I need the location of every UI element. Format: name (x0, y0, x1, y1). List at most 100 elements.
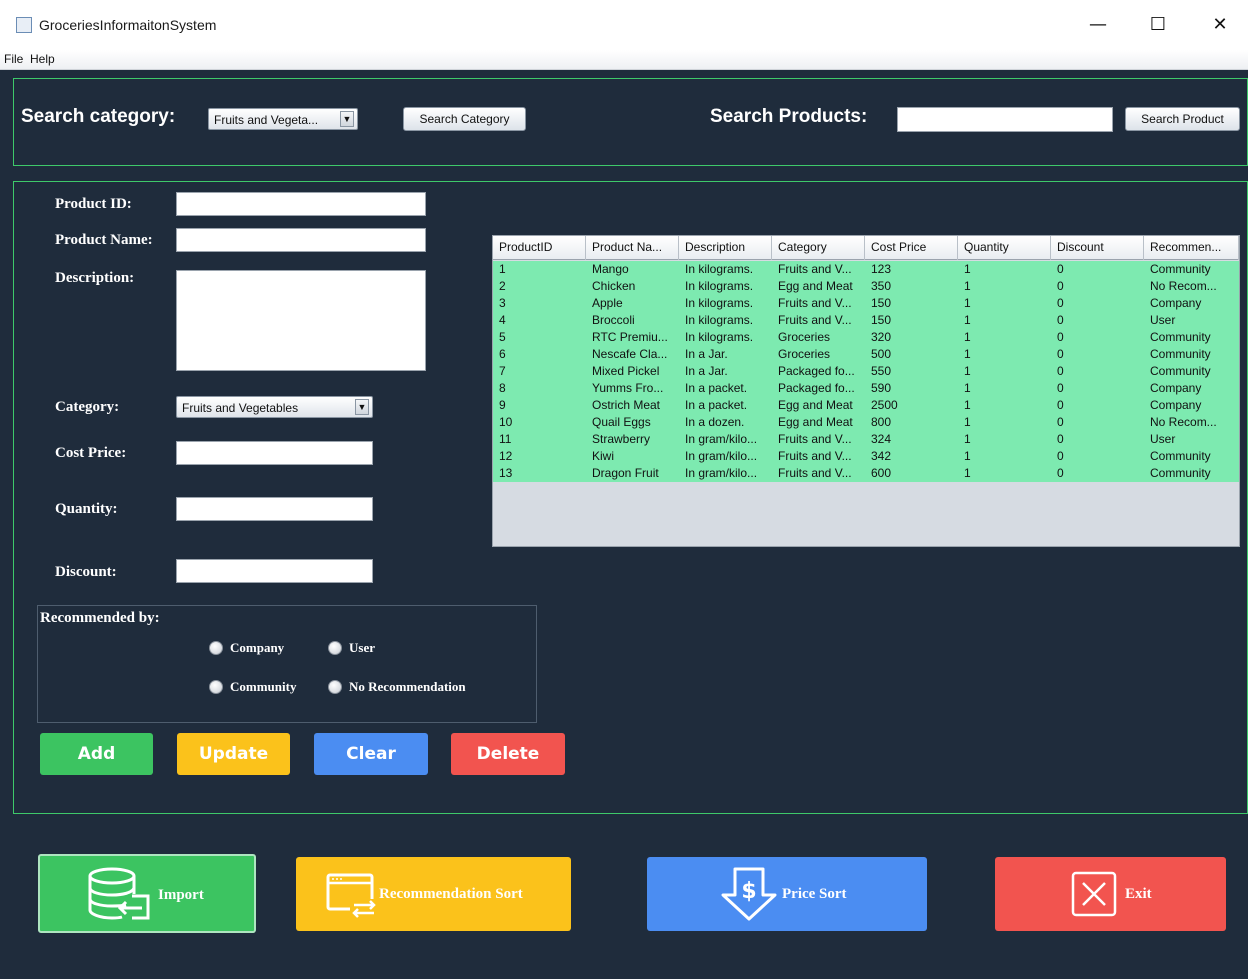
search-category-label: Search category: (21, 106, 176, 127)
delete-button[interactable]: Delete (451, 733, 565, 775)
svg-text:$: $ (741, 879, 756, 904)
table-cell: 13 (499, 466, 513, 480)
add-button[interactable]: Add (40, 733, 153, 775)
table-row[interactable]: 13 Dragon Fruit In gram/kilo... Fruits and … (493, 465, 1239, 482)
table-cell: 7 (499, 364, 506, 378)
table-cell: 1 (964, 313, 971, 327)
table-row[interactable]: 9 Ostrich Meat In a packet. Egg and Meat 250… (493, 397, 1239, 414)
column-header[interactable]: Cost Price (865, 236, 958, 260)
table-row[interactable]: 12 Kiwi In gram/kilo... Fruits and V... 342 1… (493, 448, 1239, 465)
table-row[interactable]: 1 Mango In kilograms. Fruits and V... 123 1 0 C… (493, 261, 1239, 278)
menu-help[interactable]: Help (30, 52, 55, 66)
table-cell: In kilograms. (685, 330, 754, 344)
table-cell: 500 (871, 347, 892, 361)
table-cell: Fruits and V... (778, 296, 852, 310)
close-button[interactable]: ✕ (1200, 10, 1240, 40)
product-id-input[interactable] (176, 192, 426, 216)
table-cell: 0 (1057, 398, 1064, 412)
table-cell: Community (1150, 364, 1211, 378)
radio-company-label: Company (230, 640, 285, 655)
clear-button[interactable]: Clear (314, 733, 428, 775)
table-cell: 1 (499, 262, 506, 276)
column-header[interactable]: Quantity (958, 236, 1051, 260)
search-category-select[interactable]: Fruits and Vegeta... ▼ (208, 108, 358, 130)
table-cell: In gram/kilo... (685, 432, 758, 446)
column-header[interactable]: Description (679, 236, 772, 260)
table-cell: Community (1150, 330, 1211, 344)
table-row[interactable]: 11 Strawberry In gram/kilo... Fruits and V.… (493, 431, 1239, 448)
table-cell: Packaged fo... (778, 364, 855, 378)
radio-no-recommendation[interactable] (328, 680, 342, 694)
table-cell: 1 (964, 432, 971, 446)
table-cell: 6 (499, 347, 506, 361)
category-select[interactable]: Fruits and Vegetables ▼ (176, 396, 373, 418)
radio-user-label: User (349, 640, 375, 655)
import-button[interactable]: Import (38, 854, 256, 933)
product-id-label: Product ID: (55, 196, 132, 212)
products-table[interactable]: ProductID Product Na... Description Categor… (492, 235, 1240, 547)
table-cell: Egg and Meat (778, 279, 853, 293)
table-cell: 0 (1057, 296, 1064, 310)
recommended-by-label: Recommended by: (40, 610, 160, 626)
table-cell: In kilograms. (685, 296, 754, 310)
menu-file[interactable]: File (4, 52, 23, 66)
column-header[interactable]: Category (772, 236, 865, 260)
table-cell: Broccoli (592, 313, 635, 327)
table-row[interactable]: 7 Mixed Pickel In a Jar. Packaged fo... 550 1… (493, 363, 1239, 380)
maximize-button[interactable]: ☐ (1138, 10, 1178, 40)
table-cell: 1 (964, 398, 971, 412)
column-header[interactable]: ProductID (493, 236, 586, 260)
table-row[interactable]: 4 Broccoli In kilograms. Fruits and V... 150… (493, 312, 1239, 329)
table-cell: Community (1150, 262, 1211, 276)
table-cell: 1 (964, 347, 971, 361)
price-sort-label: Price Sort (782, 886, 847, 902)
table-row[interactable]: 2 Chicken In kilograms. Egg and Meat 350 1 0 No… (493, 278, 1239, 295)
quantity-input[interactable] (176, 497, 373, 521)
category-value: Fruits and Vegetables (182, 401, 299, 415)
table-cell: 0 (1057, 381, 1064, 395)
column-header[interactable]: Product Na... (586, 236, 679, 260)
exit-button[interactable]: Exit (995, 857, 1226, 931)
cost-price-input[interactable] (176, 441, 373, 465)
table-cell: Kiwi (592, 449, 615, 463)
table-cell: Dragon Fruit (592, 466, 659, 480)
table-cell: 1 (964, 262, 971, 276)
recommendation-sort-button[interactable]: Recommendation Sort (296, 857, 571, 931)
radio-community[interactable] (209, 680, 223, 694)
radio-user[interactable] (328, 641, 342, 655)
search-products-input[interactable] (897, 107, 1113, 132)
table-cell: 0 (1057, 279, 1064, 293)
radio-company[interactable] (209, 641, 223, 655)
table-row[interactable]: 5 RTC Premiu... In kilograms. Groceries 320 1… (493, 329, 1239, 346)
table-row[interactable]: 6 Nescafe Cla... In a Jar. Groceries 500 1 0 Co… (493, 346, 1239, 363)
import-label: Import (158, 887, 204, 903)
column-header[interactable]: Recommen... (1144, 236, 1239, 260)
table-cell: Community (1150, 466, 1211, 480)
table-cell: Groceries (778, 330, 831, 344)
search-product-button[interactable]: Search Product (1125, 107, 1240, 131)
chevron-down-icon: ▼ (355, 399, 369, 415)
column-header[interactable]: Discount (1051, 236, 1144, 260)
table-cell: Quail Eggs (592, 415, 651, 429)
table-cell: Strawberry (592, 432, 651, 446)
table-cell: 150 (871, 313, 892, 327)
minimize-button[interactable]: — (1078, 10, 1118, 40)
table-cell: 0 (1057, 347, 1064, 361)
table-row[interactable]: 10 Quail Eggs In a dozen. Egg and Meat 800 1 0… (493, 414, 1239, 431)
table-cell: Egg and Meat (778, 415, 853, 429)
update-button[interactable]: Update (177, 733, 290, 775)
search-products-label: Search Products: (710, 106, 868, 127)
table-cell: Mango (592, 262, 629, 276)
table-row[interactable]: 8 Yumms Fro... In a packet. Packaged fo... 5… (493, 380, 1239, 397)
table-row[interactable]: 3 Apple In kilograms. Fruits and V... 150 1 0 C… (493, 295, 1239, 312)
chevron-down-icon: ▼ (340, 111, 354, 127)
price-sort-button[interactable]: $ Price Sort (647, 857, 927, 931)
recommendation-sort-label: Recommendation Sort (379, 886, 523, 902)
description-textarea[interactable] (176, 270, 426, 371)
search-category-button[interactable]: Search Category (403, 107, 526, 131)
table-cell: 590 (871, 381, 892, 395)
discount-input[interactable] (176, 559, 373, 583)
table-cell: 1 (964, 466, 971, 480)
product-name-input[interactable] (176, 228, 426, 252)
table-cell: In gram/kilo... (685, 449, 758, 463)
